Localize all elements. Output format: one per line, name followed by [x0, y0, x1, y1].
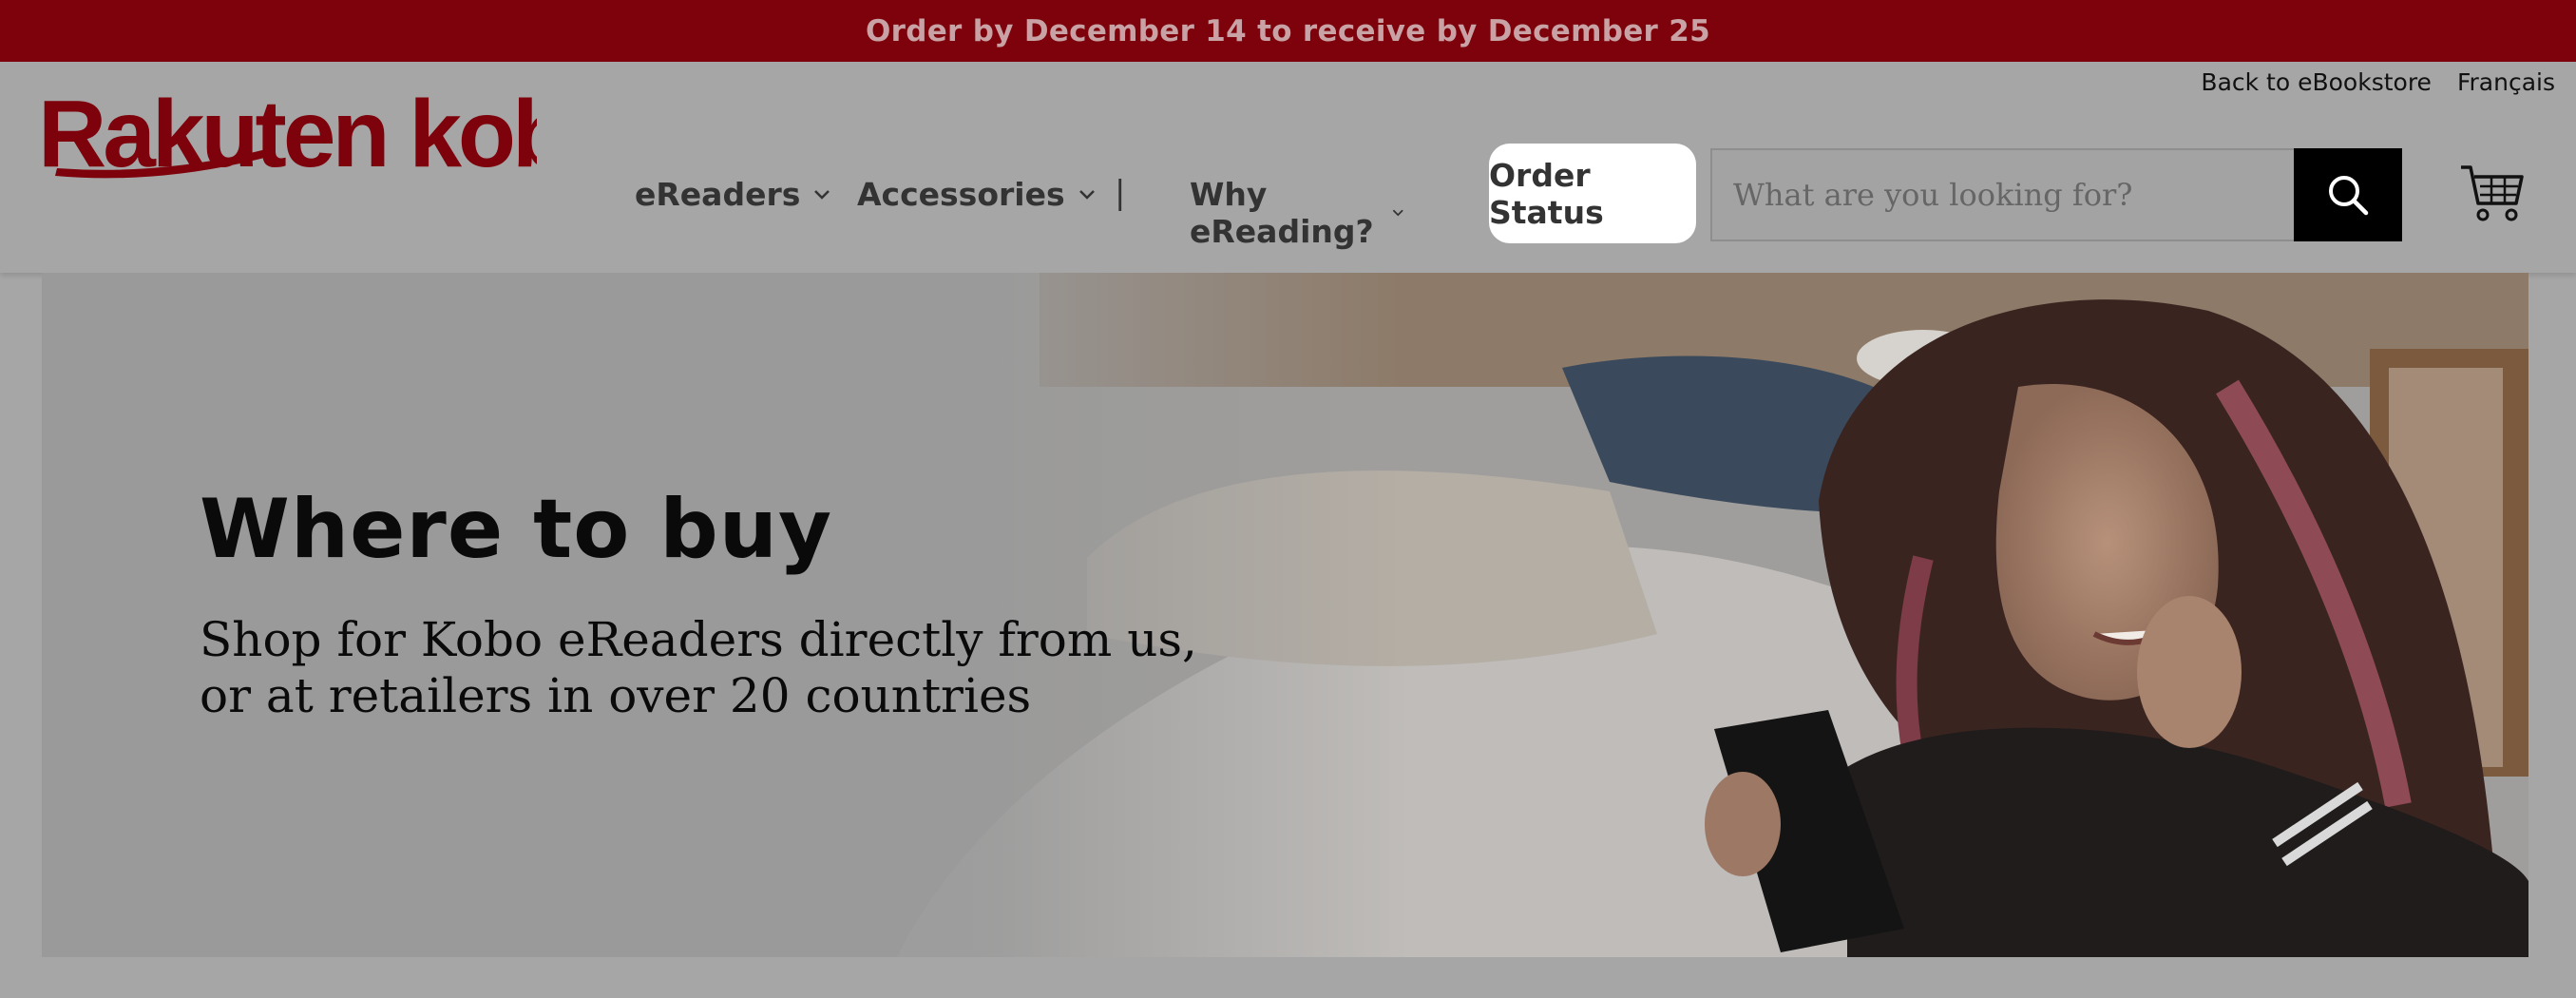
nav-accessories-label: Accessories — [857, 176, 1065, 213]
back-to-ebookstore-link[interactable]: Back to eBookstore — [2201, 68, 2432, 96]
nav-divider: | — [1115, 174, 1126, 212]
order-status-button[interactable]: Order Status — [1489, 144, 1696, 243]
rakuten-kobo-logo[interactable]: Rakuten kobo — [38, 81, 537, 195]
promo-text: Order by December 14 to receive by Decem… — [866, 13, 1710, 48]
search-button[interactable] — [2294, 148, 2402, 241]
chevron-down-icon — [1078, 189, 1095, 200]
nav-ereaders-label: eReaders — [635, 176, 801, 213]
hero-title: Where to buy — [200, 482, 833, 577]
promo-banner: Order by December 14 to receive by Decem… — [0, 0, 2576, 62]
chevron-down-icon — [1392, 209, 1403, 217]
utility-nav: Back to eBookstore Français — [2201, 68, 2555, 96]
hero-subtitle: Shop for Kobo eReaders directly from us,… — [200, 612, 1197, 723]
nav-accessories[interactable]: Accessories — [857, 176, 1096, 213]
nav-why-ereading[interactable]: Why eReading? — [1190, 176, 1404, 250]
logo-mark-icon: Rakuten kobo — [38, 81, 537, 187]
hero-banner: Where to buy Shop for Kobo eReaders dire… — [42, 273, 2528, 957]
nav-ereaders[interactable]: eReaders — [635, 176, 830, 213]
cart-button[interactable] — [2459, 160, 2526, 226]
chevron-down-icon — [814, 189, 830, 200]
cart-icon — [2461, 165, 2524, 221]
language-link[interactable]: Français — [2457, 68, 2555, 96]
nav-why-ereading-label: Why eReading? — [1190, 176, 1374, 250]
search-icon — [2329, 176, 2369, 216]
search-input[interactable] — [1710, 148, 2294, 241]
